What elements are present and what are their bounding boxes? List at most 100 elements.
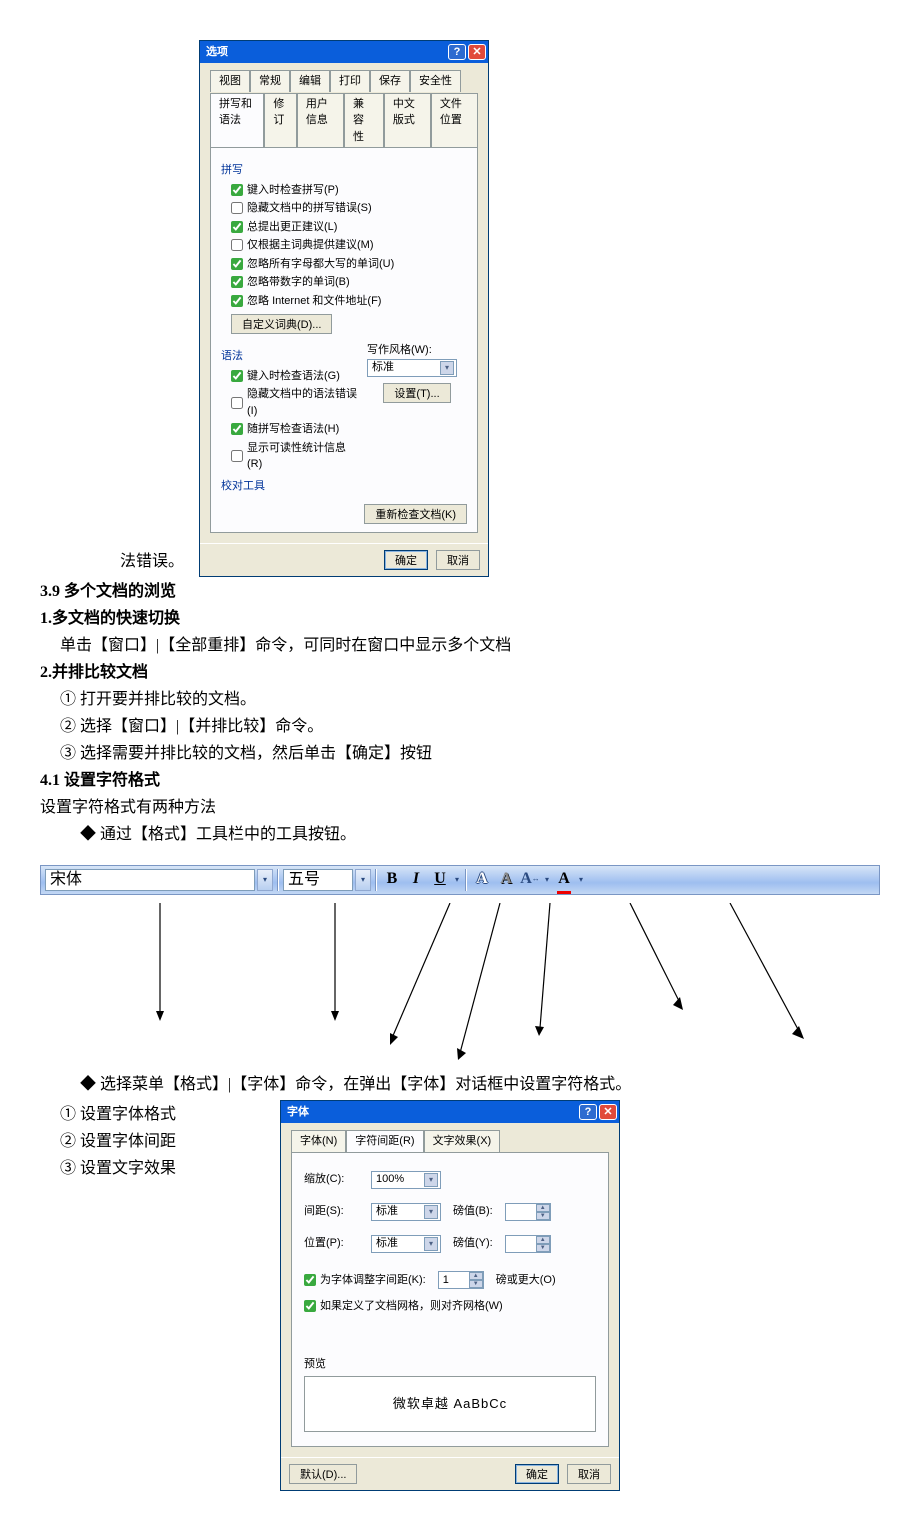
tab-font[interactable]: 字体(N) bbox=[291, 1130, 346, 1152]
style-select[interactable]: 标准 ▾ bbox=[367, 359, 457, 377]
close-icon[interactable]: ✕ bbox=[468, 44, 486, 60]
outline-button[interactable]: A bbox=[471, 869, 493, 891]
spinner-down-icon[interactable]: ▼ bbox=[536, 1212, 550, 1220]
scale-select[interactable]: 100% ▾ bbox=[371, 1171, 441, 1189]
chk-spell-0[interactable]: 键入时检查拼写(P) bbox=[221, 181, 467, 200]
chk-kern[interactable]: 为字体调整字间距(K): bbox=[304, 1271, 426, 1290]
chk-spell-6-box[interactable] bbox=[231, 295, 243, 307]
scale-label: 缩放(C): bbox=[304, 1171, 359, 1188]
underline-dropdown[interactable]: ▾ bbox=[453, 874, 461, 886]
font-color-dropdown[interactable]: ▾ bbox=[577, 874, 585, 886]
chk-gram-1[interactable]: 隐藏文档中的语法错误(I) bbox=[221, 385, 357, 420]
spinner-down-icon[interactable]: ▼ bbox=[469, 1280, 483, 1288]
chk-gram-3-box[interactable] bbox=[231, 450, 243, 462]
underline-button[interactable]: U bbox=[429, 869, 451, 891]
kern-suffix: 磅或更大(O) bbox=[496, 1272, 556, 1289]
custom-dict-button[interactable]: 自定义词典(D)... bbox=[231, 314, 332, 334]
chk-gram-0-box[interactable] bbox=[231, 370, 243, 382]
settings-button[interactable]: 设置(T)... bbox=[383, 383, 450, 403]
chk-gram-3[interactable]: 显示可读性统计信息(R) bbox=[221, 439, 357, 474]
close-icon[interactable]: ✕ bbox=[599, 1104, 617, 1120]
separator-icon bbox=[375, 869, 377, 891]
chevron-down-icon[interactable]: ▾ bbox=[424, 1237, 438, 1251]
bullet-2: ◆ 选择菜单【格式】|【字体】命令，在弹出【字体】对话框中设置字符格式。 bbox=[40, 1073, 880, 1097]
dialog-titlebar[interactable]: 选项 ? ✕ bbox=[200, 41, 488, 63]
chk-grid-box[interactable] bbox=[304, 1300, 316, 1312]
tab-track[interactable]: 修订 bbox=[264, 93, 297, 148]
ok-button[interactable]: 确定 bbox=[384, 550, 428, 570]
position-amt-label: 磅值(Y): bbox=[453, 1235, 493, 1252]
char-scaling-button[interactable]: A↔ bbox=[519, 869, 541, 891]
font-dialog: 字体 ? ✕ 字体(N) 字符间距(R) 文字效果(X) 缩放(C): 100%… bbox=[280, 1100, 620, 1491]
spinner-up-icon[interactable]: ▲ bbox=[536, 1236, 550, 1244]
scaling-dropdown[interactable]: ▾ bbox=[543, 874, 551, 886]
kern-spinner[interactable]: 1▲▼ bbox=[438, 1271, 484, 1289]
help-icon[interactable]: ? bbox=[448, 44, 466, 60]
chevron-down-icon[interactable]: ▾ bbox=[424, 1205, 438, 1219]
position-amt-spinner[interactable]: ▲▼ bbox=[505, 1235, 551, 1253]
chk-gram-1-box[interactable] bbox=[231, 397, 243, 409]
italic-button[interactable]: I bbox=[405, 869, 427, 891]
tab-cjk[interactable]: 中文版式 bbox=[384, 93, 431, 148]
tab-text-effect[interactable]: 文字效果(X) bbox=[424, 1130, 501, 1152]
chk-spell-1-box[interactable] bbox=[231, 202, 243, 214]
chk-spell-5[interactable]: 忽略带数字的单词(B) bbox=[221, 273, 467, 292]
font-name-dropdown[interactable]: ▾ bbox=[257, 869, 273, 891]
chk-gram-2-box[interactable] bbox=[231, 423, 243, 435]
chevron-down-icon[interactable]: ▾ bbox=[424, 1173, 438, 1187]
tab-fileloc[interactable]: 文件位置 bbox=[431, 93, 478, 148]
ok-button[interactable]: 确定 bbox=[515, 1464, 559, 1484]
spacing-amt-spinner[interactable]: ▲▼ bbox=[505, 1203, 551, 1221]
tab-edit[interactable]: 编辑 bbox=[290, 70, 330, 92]
body-text: 设置字符格式有两种方法 bbox=[40, 796, 880, 820]
chk-spell-4-box[interactable] bbox=[231, 258, 243, 270]
chk-gram-0[interactable]: 键入时检查语法(G) bbox=[221, 367, 357, 386]
style-value: 标准 bbox=[372, 359, 394, 376]
shadow-button[interactable]: A bbox=[495, 869, 517, 891]
cancel-button[interactable]: 取消 bbox=[436, 550, 480, 570]
chk-kern-box[interactable] bbox=[304, 1274, 316, 1286]
font-size-input[interactable]: 五号 bbox=[283, 869, 353, 891]
tab-security[interactable]: 安全性 bbox=[410, 70, 461, 92]
spinner-up-icon[interactable]: ▲ bbox=[536, 1204, 550, 1212]
position-label: 位置(P): bbox=[304, 1235, 359, 1252]
chk-spell-3-box[interactable] bbox=[231, 239, 243, 251]
spacing-select[interactable]: 标准▾ bbox=[371, 1203, 441, 1221]
font-color-button[interactable]: A bbox=[553, 869, 575, 891]
font-name-input[interactable]: 宋体 bbox=[45, 869, 255, 891]
step-3: ③ 选择需要并排比较的文档，然后单击【确定】按钮 bbox=[40, 742, 880, 766]
font-size-dropdown[interactable]: ▾ bbox=[355, 869, 371, 891]
tab-save[interactable]: 保存 bbox=[370, 70, 410, 92]
spinner-down-icon[interactable]: ▼ bbox=[536, 1244, 550, 1252]
tab-spelling[interactable]: 拼写和语法 bbox=[210, 93, 264, 148]
help-icon[interactable]: ? bbox=[579, 1104, 597, 1120]
tab-userinfo[interactable]: 用户信息 bbox=[297, 93, 344, 148]
bullet-1: ◆ 通过【格式】工具栏中的工具按钮。 bbox=[40, 823, 880, 847]
sub-step-3: ③ 设置文字效果 bbox=[40, 1157, 260, 1181]
chk-gram-2[interactable]: 随拼写检查语法(H) bbox=[221, 420, 357, 439]
chk-spell-1[interactable]: 隐藏文档中的拼写错误(S) bbox=[221, 199, 467, 218]
tab-general[interactable]: 常规 bbox=[250, 70, 290, 92]
chk-spell-2[interactable]: 总提出更正建议(L) bbox=[221, 218, 467, 237]
recheck-button[interactable]: 重新检查文档(K) bbox=[364, 504, 467, 524]
tab-print[interactable]: 打印 bbox=[330, 70, 370, 92]
chk-spell-6[interactable]: 忽略 Internet 和文件地址(F) bbox=[221, 292, 467, 311]
sub-step-2: ② 设置字体间距 bbox=[40, 1130, 260, 1154]
chk-spell-5-box[interactable] bbox=[231, 276, 243, 288]
chk-grid[interactable]: 如果定义了文档网格，则对齐网格(W) bbox=[304, 1297, 596, 1316]
tab-char-spacing[interactable]: 字符间距(R) bbox=[346, 1130, 423, 1152]
tab-compat[interactable]: 兼容性 bbox=[344, 93, 384, 148]
tab-view[interactable]: 视图 bbox=[210, 70, 250, 92]
font-dialog-titlebar[interactable]: 字体 ? ✕ bbox=[281, 1101, 619, 1123]
position-select[interactable]: 标准▾ bbox=[371, 1235, 441, 1253]
chk-spell-0-box[interactable] bbox=[231, 184, 243, 196]
proof-link[interactable]: 校对工具 bbox=[221, 478, 357, 495]
chk-spell-2-box[interactable] bbox=[231, 221, 243, 233]
chk-spell-4[interactable]: 忽略所有字母都大写的单词(U) bbox=[221, 255, 467, 274]
spinner-up-icon[interactable]: ▲ bbox=[469, 1272, 483, 1280]
bold-button[interactable]: B bbox=[381, 869, 403, 891]
chk-spell-3[interactable]: 仅根据主词典提供建议(M) bbox=[221, 236, 467, 255]
cancel-button[interactable]: 取消 bbox=[567, 1464, 611, 1484]
default-button[interactable]: 默认(D)... bbox=[289, 1464, 357, 1484]
chevron-down-icon[interactable]: ▾ bbox=[440, 361, 454, 375]
